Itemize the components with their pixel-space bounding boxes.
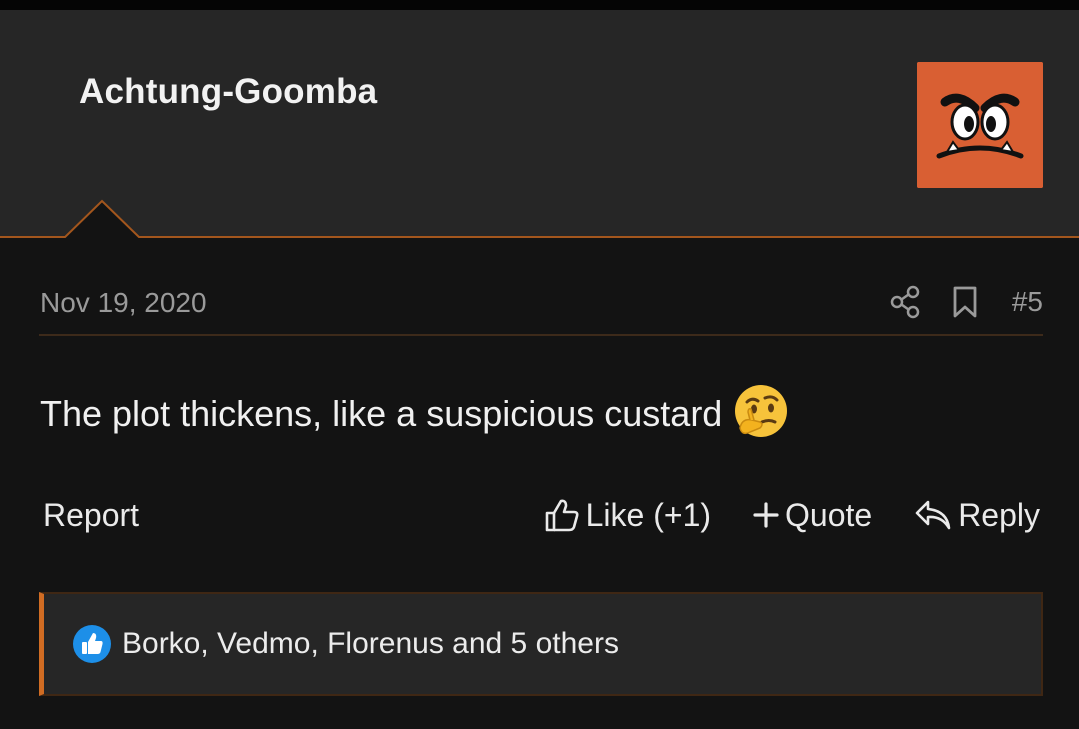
quote-button[interactable]: Quote xyxy=(753,497,872,534)
quote-label: Quote xyxy=(785,496,873,533)
plus-icon xyxy=(753,502,779,528)
thinking-face-emoji xyxy=(735,385,788,437)
post-number[interactable]: #5 xyxy=(1012,286,1043,318)
like-reaction-icon xyxy=(73,625,111,663)
bookmark-icon[interactable] xyxy=(952,286,978,318)
reply-label: Reply xyxy=(958,496,1040,533)
reactions-bar[interactable]: Borko, Vedmo, Florenus and 5 others xyxy=(39,592,1043,696)
like-label: Like (+1) xyxy=(585,496,712,533)
post-date[interactable]: Nov 19, 2020 xyxy=(40,287,207,319)
top-bar xyxy=(0,0,1079,10)
reply-button[interactable]: Reply xyxy=(914,497,1040,534)
post-message: The plot thickens, like a suspicious cus… xyxy=(40,385,790,440)
post-bottom-actions: Like (+1) Quote Reply xyxy=(544,494,1040,536)
header-pointer xyxy=(64,199,142,240)
thumbs-up-icon xyxy=(545,499,579,532)
avatar[interactable] xyxy=(917,62,1043,188)
reactions-summary: Borko, Vedmo, Florenus and 5 others xyxy=(122,627,619,660)
report-link[interactable]: Report xyxy=(43,497,139,534)
goomba-avatar-icon xyxy=(917,62,1043,188)
post-top-actions: #5 xyxy=(890,284,1043,320)
post-divider xyxy=(39,334,1043,336)
post-author-header: Achtung-Goomba xyxy=(0,10,1079,238)
like-button[interactable]: Like (+1) xyxy=(544,497,711,534)
author-username[interactable]: Achtung-Goomba xyxy=(79,72,377,112)
reply-icon xyxy=(915,500,951,530)
post-message-text: The plot thickens, like a suspicious cus… xyxy=(40,393,723,434)
share-icon[interactable] xyxy=(890,285,920,319)
